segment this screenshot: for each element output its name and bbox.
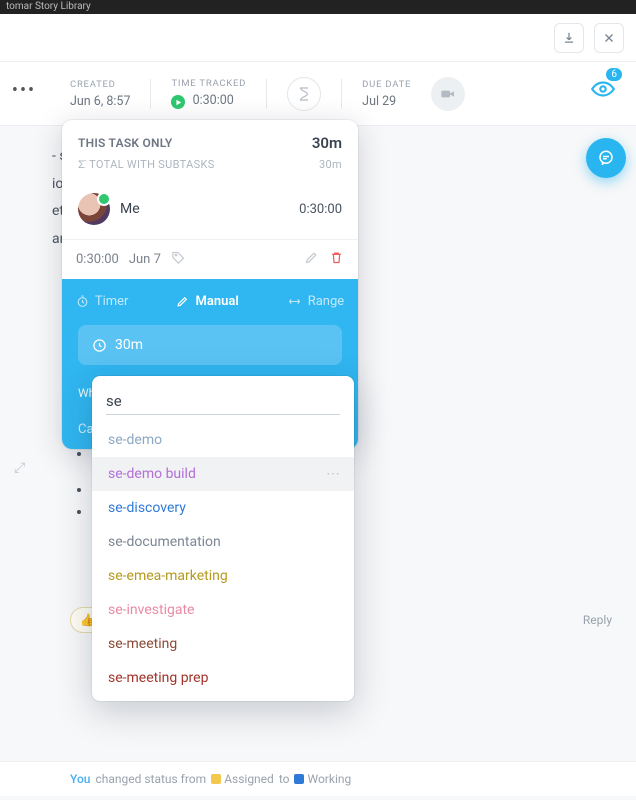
user-duration: 0:30:00 [299,202,342,217]
tab-range[interactable]: Range [287,294,344,309]
tag-option[interactable]: se-meeting [92,627,354,661]
divider [341,79,342,109]
created-field: CREATED Jun 6, 8:57 [70,79,130,109]
tag-option[interactable]: se-demo [92,423,354,457]
reply-link[interactable]: Reply [583,611,612,630]
created-value: Jun 6, 8:57 [70,94,130,109]
watchers-count: 6 [606,68,622,81]
duration-input[interactable]: 30m [78,325,342,365]
tag-icon[interactable] [171,250,186,269]
play-icon[interactable] [171,95,185,109]
entry-duration: 0:30:00 [76,252,119,267]
tab-manual[interactable]: Manual [176,294,238,309]
delete-icon[interactable] [329,250,344,269]
tracked-label: TIME TRACKED [171,78,246,89]
tag-option[interactable]: se-investigate [92,593,354,627]
subtasks-label: TOTAL WITH SUBTASKS [89,158,214,171]
task-meta-bar: CREATED Jun 6, 8:57 TIME TRACKED 0:30:00… [0,62,636,126]
download-button[interactable] [554,23,584,53]
this-task-label: THIS TASK ONLY [78,136,173,150]
tab-timer[interactable]: Timer [76,294,129,309]
due-field[interactable]: DUE DATE Jul 29 [362,79,411,109]
window-titlebar: tomar Story Library [0,0,636,14]
estimate-icon[interactable] [287,77,321,111]
due-label: DUE DATE [362,79,411,90]
tag-option[interactable]: se-emea-marketing [92,559,354,593]
divider [266,79,267,109]
time-entry-row: 0:30:00 Jun 7 [62,239,358,279]
entry-date: Jun 7 [129,252,161,267]
due-value: Jul 29 [362,94,411,109]
user-name: Me [120,201,289,217]
divider [150,79,151,109]
tracked-value: 0:30:00 [171,93,246,110]
status-badge-to [294,774,304,784]
status-badge-from [211,774,221,784]
user-time-row[interactable]: Me 0:30:00 [62,183,358,239]
close-button[interactable] [594,23,624,53]
subtasks-value: 30m [319,158,342,171]
edit-icon[interactable] [304,250,319,269]
tag-option[interactable]: se-documentation [92,525,354,559]
created-label: CREATED [70,79,130,90]
activity-actor: You [70,772,90,786]
more-menu-icon[interactable]: ••• [4,80,44,101]
tag-search-dropdown: se-demose-demo buildse-discoveryse-docum… [92,376,354,701]
this-task-value: 30m [312,134,342,152]
tag-option[interactable]: se-meeting prep [92,661,354,695]
activity-log-entry: You changed status from Assigned to Work… [0,761,636,796]
video-icon[interactable] [431,77,465,111]
avatar [78,193,110,225]
window-topbar [0,14,636,62]
tag-search-input[interactable] [106,388,340,415]
tag-option[interactable]: se-demo build [92,457,354,491]
watchers-indicator[interactable]: 6 [590,76,616,102]
left-gutter: ••• ⤢ [4,80,44,101]
tag-option[interactable]: se-discovery [92,491,354,525]
tracked-field[interactable]: TIME TRACKED 0:30:00 [171,78,246,110]
